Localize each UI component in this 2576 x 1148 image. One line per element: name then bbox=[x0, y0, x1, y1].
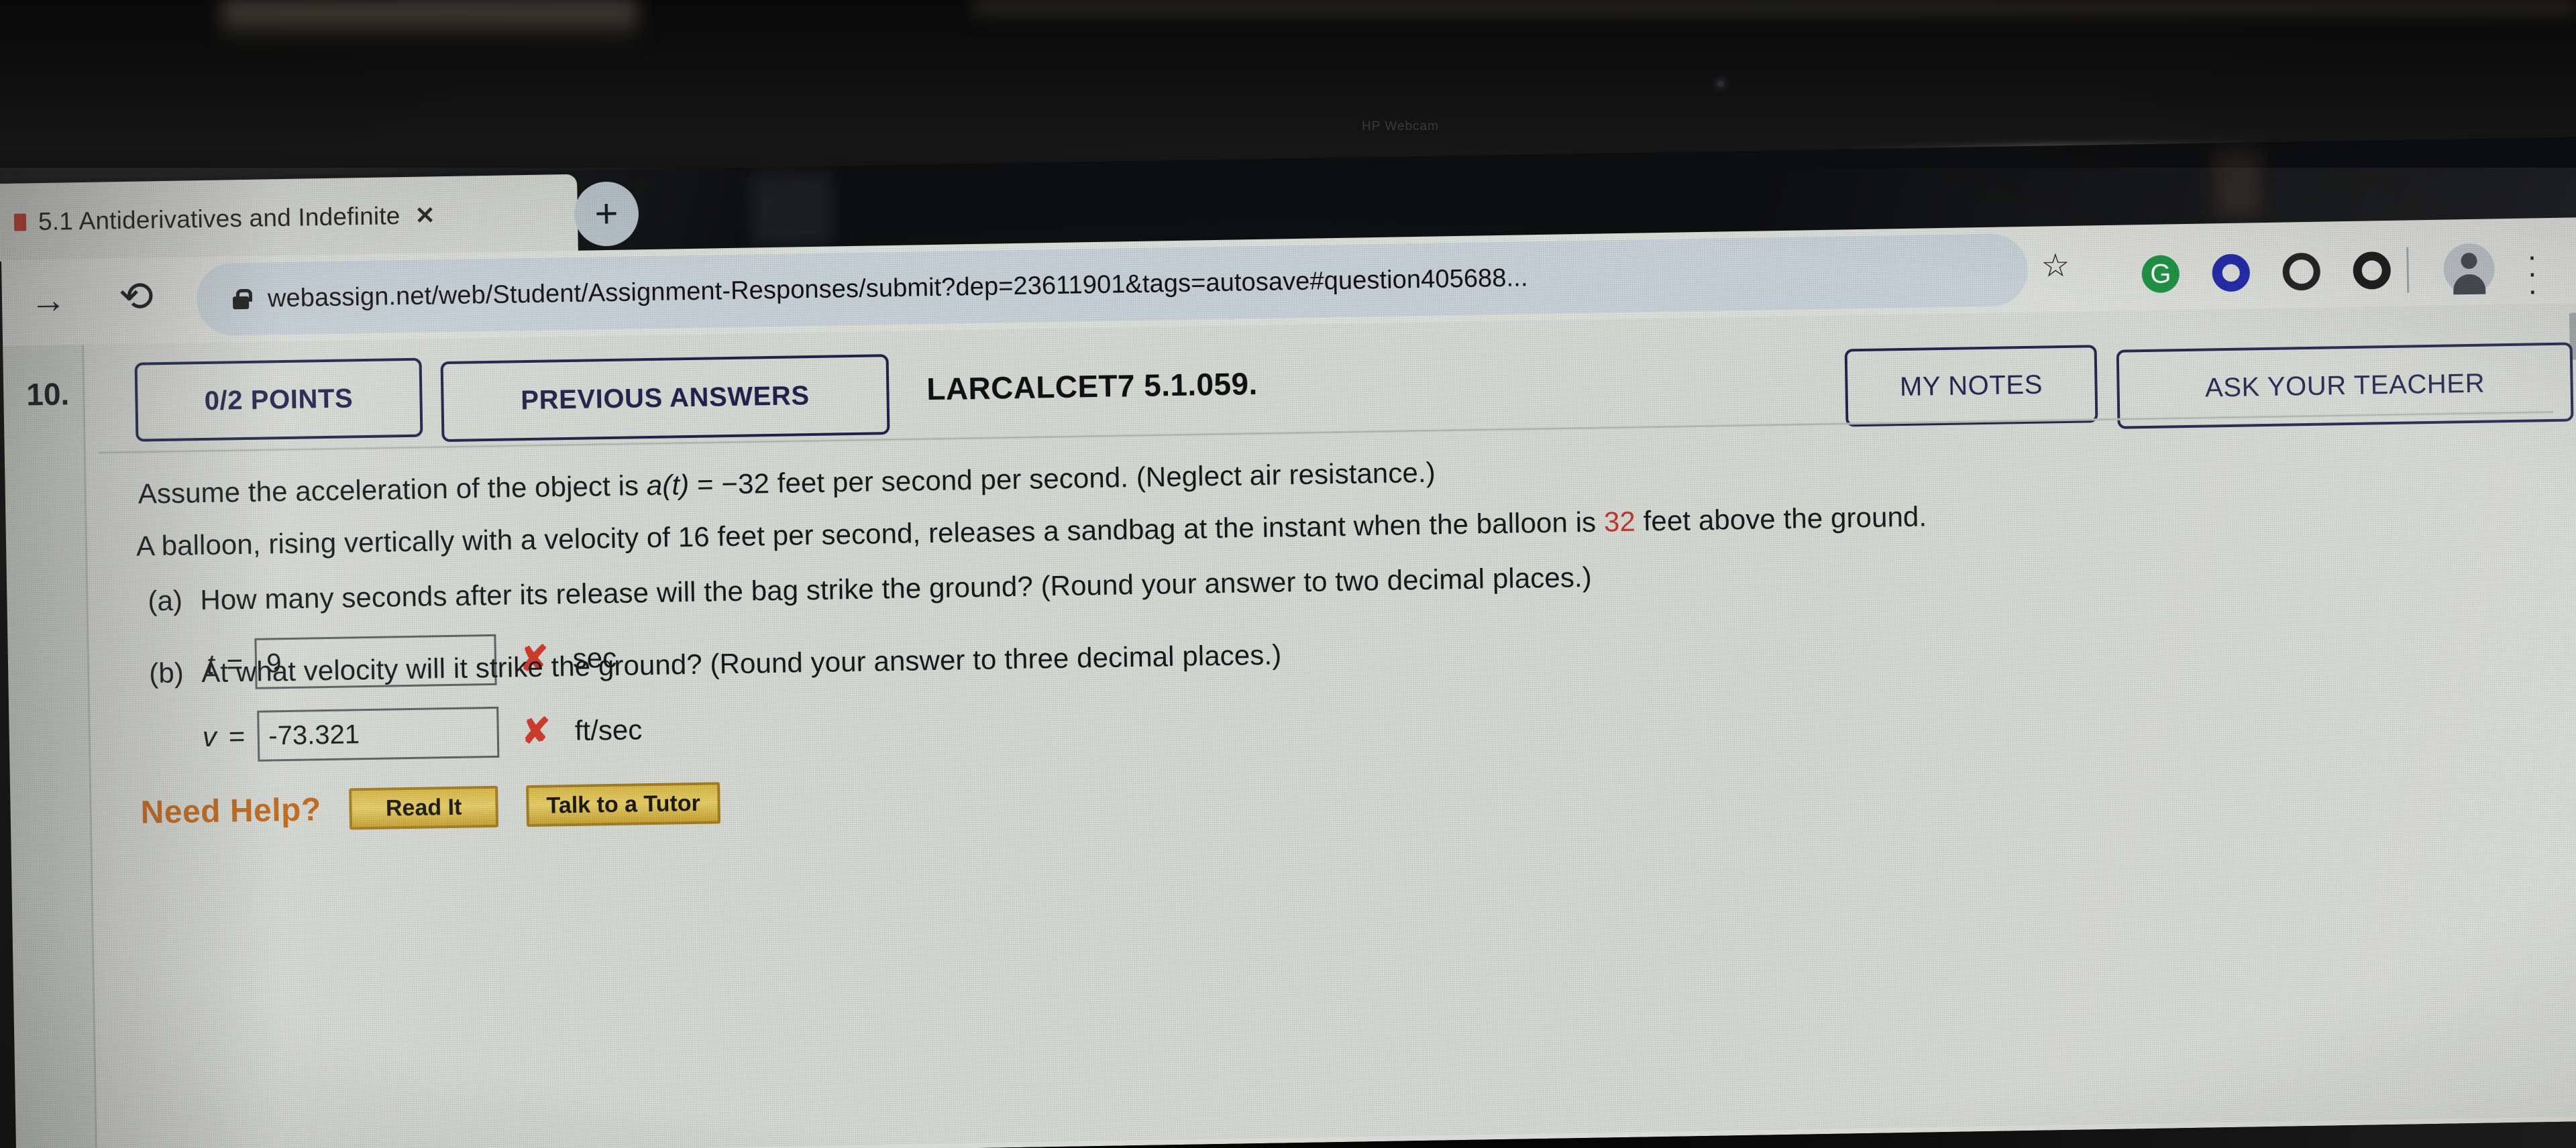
check-circle-extension-icon[interactable] bbox=[2282, 252, 2321, 291]
url-text: webassign.net/web/Student/Assignment-Res… bbox=[267, 263, 1528, 312]
laptop-screen-photo: HP Webcam ✕ 5.1 Antiderivatives and Inde… bbox=[0, 0, 2576, 1148]
forward-arrow-icon[interactable]: → bbox=[30, 280, 66, 321]
close-tab-icon[interactable]: ✕ bbox=[415, 201, 435, 229]
incorrect-x-icon: ✘ bbox=[521, 711, 551, 752]
screen-surface: 5.1 Antiderivatives and Indefinite ✕ + →… bbox=[0, 136, 2576, 1148]
need-help-section: Need Help? Read It Talk to a Tutor bbox=[140, 782, 721, 833]
part-a-text: How many seconds after its release will … bbox=[200, 561, 1593, 616]
bookmark-star-icon[interactable]: ☆ bbox=[2041, 248, 2070, 284]
part-a-label: (a) bbox=[148, 584, 183, 617]
profile-avatar[interactable] bbox=[2443, 243, 2496, 295]
tab-title: 5.1 Antiderivatives and Indefinite bbox=[38, 202, 400, 236]
page-left-margin bbox=[3, 345, 96, 1148]
previous-answers-button[interactable]: PREVIOUS ANSWERS bbox=[440, 354, 890, 443]
talk-to-a-tutor-button[interactable]: Talk to a Tutor bbox=[526, 782, 721, 827]
part-b-answer-input[interactable]: -73.321 bbox=[256, 706, 499, 762]
ceiling-light-glow bbox=[221, 0, 637, 40]
webassign-question-page: 10. 0/2 POINTS PREVIOUS ANSWERS LARCALCE… bbox=[3, 302, 2576, 1148]
question-number: 10. bbox=[25, 376, 70, 412]
site-favicon bbox=[13, 213, 27, 231]
bezel-shadow bbox=[751, 171, 833, 247]
statement-2-post: feet above the ground. bbox=[1635, 500, 1927, 537]
toolbar-divider bbox=[2406, 247, 2410, 293]
height-value: 32 bbox=[1603, 505, 1636, 538]
part-b-unit: ft/sec bbox=[574, 713, 643, 746]
ceiling-light-glow-right bbox=[973, 0, 2576, 20]
browser-tab[interactable]: 5.1 Antiderivatives and Indefinite ✕ bbox=[0, 174, 578, 262]
part-b-label: (b) bbox=[148, 656, 184, 689]
new-tab-button[interactable]: + bbox=[574, 181, 639, 247]
statement-1-eq: = −32 feet per second per second. (Negle… bbox=[688, 456, 1436, 501]
part-b-answer-row: v = -73.321 ✘ ft/sec bbox=[202, 704, 643, 762]
part-a-prompt: (a) How many seconds after its release wi… bbox=[148, 561, 1592, 618]
statement-2-pre: A balloon, rising vertically with a velo… bbox=[136, 506, 1605, 562]
webcam-lens bbox=[1717, 80, 1724, 87]
need-help-label: Need Help? bbox=[140, 791, 322, 831]
grammarly-icon[interactable]: G bbox=[2141, 255, 2180, 294]
chrome-menu-icon[interactable]: · · · bbox=[2525, 238, 2539, 307]
part-b-equals: = bbox=[228, 720, 246, 752]
read-it-button[interactable]: Read It bbox=[349, 785, 499, 830]
webcam-label: HP Webcam bbox=[1362, 119, 1439, 133]
reload-icon[interactable]: ⟳ bbox=[119, 274, 154, 321]
acceleration-function: a(t) bbox=[646, 469, 690, 502]
points-badge: 0/2 POINTS bbox=[134, 357, 423, 442]
blue-circle-extension-icon[interactable] bbox=[2212, 253, 2251, 292]
lock-icon bbox=[232, 288, 253, 310]
my-notes-button[interactable]: MY NOTES bbox=[1844, 345, 2098, 427]
bezel-shadow bbox=[2213, 149, 2262, 217]
dark-circle-extension-icon[interactable] bbox=[2353, 251, 2392, 290]
problem-code: LARCALCET7 5.1.059. bbox=[926, 365, 1258, 407]
statement-1-pre: Assume the acceleration of the object is bbox=[138, 469, 647, 510]
part-b-variable: v bbox=[202, 720, 217, 753]
